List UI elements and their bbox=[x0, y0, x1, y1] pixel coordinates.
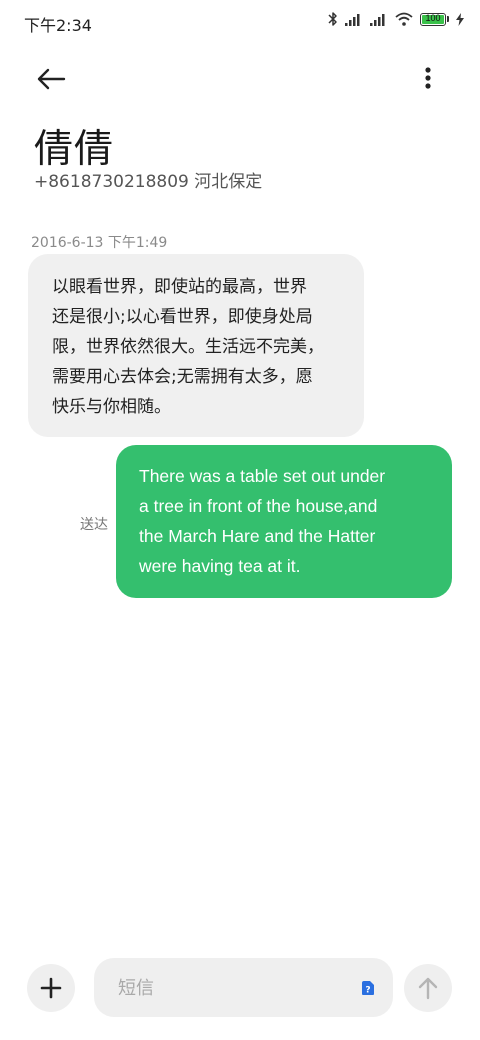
add-attachment-button[interactable] bbox=[27, 964, 75, 1012]
battery-icon: 100 bbox=[420, 12, 449, 26]
status-icons: 100 bbox=[328, 11, 464, 27]
delivery-status: 送达 bbox=[80, 517, 108, 533]
sim-badge-label: ? bbox=[365, 986, 370, 996]
signal-icon bbox=[345, 14, 360, 26]
status-time: 下午2:34 bbox=[24, 16, 92, 35]
message-line: 限，世界依然很大。生活远不完美， bbox=[52, 337, 324, 357]
more-options-button[interactable] bbox=[412, 62, 444, 98]
bluetooth-icon bbox=[328, 12, 337, 26]
signal-icon bbox=[370, 14, 385, 26]
battery-level: 100 bbox=[425, 12, 441, 23]
sms-input[interactable] bbox=[116, 958, 340, 1019]
status-bar: 下午2:34 100 bbox=[0, 0, 480, 44]
charging-icon bbox=[456, 12, 464, 26]
sim-card-icon[interactable]: ? bbox=[360, 980, 376, 996]
send-button[interactable] bbox=[404, 964, 452, 1012]
message-line: a tree in front of the house,and bbox=[139, 496, 378, 516]
message-composer: ? bbox=[94, 958, 393, 1019]
incoming-message-bubble[interactable]: 以眼看世界，即使站的最高，世界 还是很小;以心看世界，即使身处局 限，世界依然很… bbox=[28, 254, 364, 437]
message-timestamp: 2016-6-13 下午1:49 bbox=[31, 235, 168, 251]
outgoing-message-bubble[interactable]: There was a table set out under a tree i… bbox=[116, 445, 452, 598]
message-line: There was a table set out under bbox=[139, 466, 386, 486]
back-button[interactable] bbox=[34, 62, 70, 98]
message-line: 需要用心去体会;无需拥有太多，愿 bbox=[52, 367, 313, 387]
arrow-up-icon bbox=[418, 977, 438, 1000]
arrow-left-icon bbox=[37, 68, 66, 90]
plus-icon bbox=[40, 977, 62, 999]
message-line: 以眼看世界，即使站的最高，世界 bbox=[52, 277, 307, 297]
message-line: 快乐与你相随。 bbox=[52, 397, 171, 417]
contact-detail: +8618730218809 河北保定 bbox=[34, 172, 263, 192]
more-vertical-icon bbox=[425, 67, 431, 89]
message-line: the March Hare and the Hatter bbox=[139, 526, 376, 546]
contact-name: 倩倩 bbox=[34, 127, 115, 172]
wifi-icon bbox=[395, 12, 413, 26]
message-line: 还是很小;以心看世界，即使身处局 bbox=[52, 307, 313, 327]
message-line: were having tea at it. bbox=[139, 556, 301, 576]
